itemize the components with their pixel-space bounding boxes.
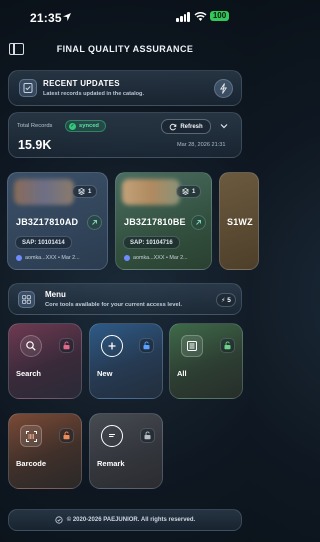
sap-badge: SAP: 10104716	[123, 236, 180, 249]
chevron-down-icon[interactable]	[220, 123, 228, 129]
recent-updates-card[interactable]: RECENT UPDATES Latest records updated in…	[8, 70, 242, 106]
remark-tile-label: Remark	[97, 459, 125, 468]
list-icon	[181, 335, 203, 357]
layer-count-badge: 1	[72, 185, 98, 198]
lightning-icon: ⚡	[221, 297, 226, 304]
refresh-label: Refresh	[180, 123, 203, 130]
menu-subtitle: Core tools available for your current ac…	[45, 302, 182, 308]
refresh-icon	[170, 123, 177, 130]
all-tile[interactable]: All	[169, 323, 243, 399]
layer-count: 1	[88, 188, 92, 195]
open-record-icon[interactable]	[87, 215, 102, 230]
page-title: FINAL QUALITY ASSURANCE	[56, 44, 194, 54]
barcode-tile[interactable]: Barcode	[8, 413, 82, 489]
unlock-icon	[59, 428, 74, 443]
record-code: JB3Z17810AD	[16, 217, 79, 227]
record-code: JB3Z17810BE	[124, 217, 186, 227]
new-tile-label: New	[97, 369, 113, 378]
layer-count: 1	[192, 188, 196, 195]
search-tile-label: Search	[16, 369, 42, 378]
record-meta: aomka...XXX • Mar 2...	[16, 255, 80, 261]
footer: © 2020-2026 PAEJUNIOR. All rights reserv…	[8, 509, 242, 531]
status-time: 21:35	[30, 11, 62, 25]
record-meta-text: aomka...XXX • Mar 2...	[133, 255, 188, 261]
unlock-icon	[59, 338, 74, 353]
menu-count: 5	[227, 296, 231, 304]
recent-updates-title: RECENT UPDATES	[43, 79, 120, 88]
remark-tile[interactable]: Remark	[89, 413, 163, 489]
search-tile[interactable]: Search	[8, 323, 82, 399]
total-records-card: Total Records ✓ synced 15.9K Refresh Mar…	[8, 112, 242, 158]
record-meta-text: aomka...XXX • Mar 2...	[25, 255, 80, 261]
checklist-icon	[19, 79, 37, 97]
unlock-icon	[139, 338, 154, 353]
record-card[interactable]: 1 JB3Z17810BE SAP: 10104716 aomka...XXX …	[115, 172, 212, 270]
layers-icon	[78, 188, 85, 195]
wifi-icon	[194, 12, 207, 21]
battery-indicator: 100	[210, 11, 229, 21]
lightning-icon[interactable]	[214, 79, 233, 98]
sync-status-badge: ✓ synced	[65, 120, 106, 132]
verified-icon	[55, 516, 63, 524]
record-thumbnail	[14, 179, 74, 205]
all-tile-label: All	[177, 369, 187, 378]
menu-count-badge: ⚡ 5	[216, 293, 236, 307]
sync-status-text: synced	[79, 123, 99, 129]
refresh-button[interactable]: Refresh	[161, 119, 211, 134]
layer-count-badge: 1	[176, 185, 202, 198]
menu-title: Menu	[45, 290, 66, 299]
menu-card: Menu Core tools available for your curre…	[8, 283, 242, 315]
plus-circle-icon	[101, 335, 123, 357]
new-tile[interactable]: New	[89, 323, 163, 399]
record-card[interactable]: S1WZ	[219, 172, 259, 270]
total-records-count: 15.9K	[18, 138, 52, 152]
recent-updates-subtitle: Latest records updated in the catalog.	[43, 91, 145, 97]
unlock-icon	[220, 338, 235, 353]
record-thumbnail	[122, 179, 180, 205]
barcode-tile-label: Barcode	[16, 459, 47, 468]
signal-icon	[176, 12, 190, 22]
layers-icon	[182, 188, 189, 195]
last-updated-timestamp: Mar 28, 2026 21:31	[177, 142, 226, 148]
user-avatar-icon	[16, 255, 22, 261]
location-arrow-icon	[63, 13, 71, 21]
grid-icon	[18, 291, 35, 308]
user-avatar-icon	[124, 255, 130, 261]
search-icon	[20, 335, 42, 357]
unlock-icon	[140, 428, 155, 443]
chat-bubble-icon	[101, 425, 123, 447]
check-icon: ✓	[69, 122, 76, 130]
record-meta: aomka...XXX • Mar 2...	[124, 255, 188, 261]
record-code: S1WZ	[227, 217, 253, 227]
barcode-scan-icon	[20, 425, 42, 447]
copyright-text: © 2020-2026 PAEJUNIOR. All rights reserv…	[66, 517, 196, 523]
sap-badge: SAP: 10101414	[15, 236, 72, 249]
open-record-icon[interactable]	[191, 215, 206, 230]
total-records-label: Total Records	[17, 123, 53, 129]
record-card[interactable]: 1 JB3Z17810AD SAP: 10101414 aomka...XXX …	[7, 172, 108, 270]
